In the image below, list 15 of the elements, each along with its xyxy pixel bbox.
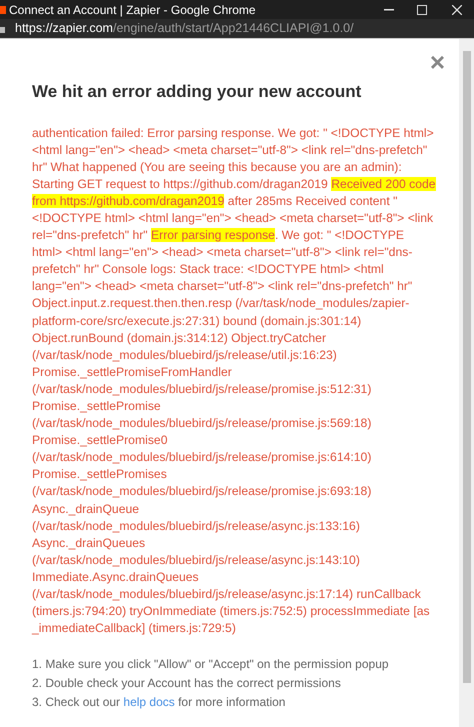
close-icon[interactable] (452, 4, 462, 14)
error-message: authentication failed: Error parsing response. We got: " <!DOCTYPE html> <html lang="en"> <head> <meta charset="utf-8"> <link rel="dns-prefetch" hr" What happened (You are seeing this because you are an admin): Starting GET request to https://github.com/dragan2019 Received 200 code from https://github.com/dragan2019 after 285ms Received content " <!DOCTYPE html> <html lang="en"> <head> <meta charset="utf-8"> <link rel="dns-prefetch" hr" Error parsing response. We got: " <!DOCTYPE html> <html lang="en"> <head> <meta charset="utf-8"> <link rel="dns-prefetch" hr" Console logs: Stack trace: <!DOCTYPE html> <html lang="en"> <head> <meta charset="utf-8"> <link rel="dns-prefetch" hr" Object.input.z.request.then.then.resp (/var/task/node_modules/zapier-platform-core/src/execute.js:27:31) bound (domain.js:301:14) Object.runBound (domain.js:314:12) Object.tryCatcher (/var/task/node_modules/bluebird/js/release/util.js:16:23) Promise._settlePromiseFromHandler (/var/task/node_modules/bluebird/js/release/promise.js:512:31) Promise._settlePromise (/var/task/node_modules/bluebird/js/release/promise.js:569:18) Promise._settlePromise0 (/var/task/node_modules/bluebird/js/release/promise.js:614:10) Promise._settlePromises (/var/task/node_modules/bluebird/js/release/promise.js:693:18) Async._drainQueue (/var/task/node_modules/bluebird/js/release/async.js:133:16) Async._drainQueues (/var/task/node_modules/bluebird/js/release/async.js:143:10) Immediate.Async.drainQueues (/var/task/node_modules/bluebird/js/release/async.js:17:14) runCallback (timers.js:794:20) tryOnImmediate (timers.js:752:5) processImmediate [as _immediateCallback] (timers.js:729:5) (32, 124, 437, 638)
maximize-icon[interactable] (417, 4, 427, 14)
address-bar[interactable]: https://zapier.com/engine/auth/start/App21446CLIAPI@1.0.0/ (0, 19, 474, 38)
instruction-step: 2. Double check your Account has the correct permissions (32, 674, 439, 694)
minimize-icon[interactable] (384, 8, 394, 10)
instruction-step: 3. Check out our help docs for more information (32, 693, 439, 712)
lock-icon (0, 24, 5, 33)
instruction-step: 1. Make sure you click "Allow" or "Accept" on the permission popup (32, 655, 439, 674)
scrollbar[interactable] (459, 39, 474, 727)
window-title: Connect an Account | Zapier - Google Chrome (9, 2, 256, 18)
app-logo-icon (0, 4, 6, 16)
dialog-heading: We hit an error adding your new account (32, 81, 362, 103)
help-docs-link[interactable]: help docs (123, 695, 175, 710)
close-button[interactable]: × (430, 49, 445, 75)
